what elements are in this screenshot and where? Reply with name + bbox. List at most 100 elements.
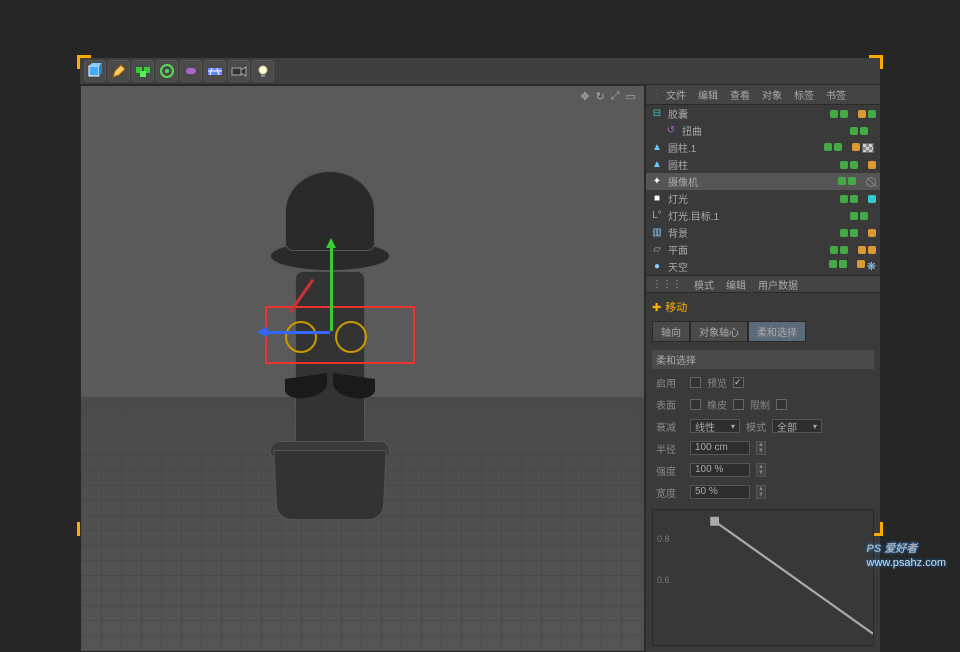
attr-sub-tabs: 轴向 对象轴心 柔和选择 [652,321,874,342]
spinner-radius[interactable]: ▲▼ [756,441,766,455]
right-panel: ⋮⋮⋮ 文件 编辑 查看 对象 标签 书签 ⊟ 胶囊 ↺ 扭曲▲圆柱.1 ▲ 圆柱 ✦ 摄像机… [645,85,880,652]
menu-file[interactable]: 文件 [660,87,692,102]
checkbox-preview[interactable] [733,377,744,388]
object-row[interactable]: ↺ 扭曲 [646,122,880,139]
selection-highlight [265,306,415,364]
object-name: 圆柱.1 [668,140,824,155]
object-row[interactable]: ▲圆柱.1 [646,139,880,156]
object-row[interactable]: ▲ 圆柱 [646,156,880,173]
curve-tick: 0.8 [657,534,670,544]
input-radius[interactable]: 100 cm [690,441,750,455]
label-preview: 预览 [707,375,727,390]
zoom-icon[interactable]: ⤢ [611,90,620,103]
axis-y[interactable] [330,241,333,331]
menu-edit2[interactable]: 编辑 [720,277,752,292]
menu-edit[interactable]: 编辑 [692,87,724,102]
label-strength: 强度 [656,463,684,478]
deformer-icon[interactable] [156,60,178,82]
input-width[interactable]: 50 % [690,485,750,499]
attributes-body: 移动 轴向 对象轴心 柔和选择 柔和选择 启用 预览 表面 橡皮 [646,293,880,652]
pen-icon[interactable] [108,60,130,82]
menu-mode[interactable]: 模式 [688,277,720,292]
object-row[interactable]: ▥背景 [646,224,880,241]
camera-icon[interactable] [228,60,250,82]
tab-axis[interactable]: 轴向 [652,321,690,342]
object-row[interactable]: ● 天空❋ [646,258,880,275]
object-row[interactable]: L°灯光.目标.1 [646,207,880,224]
checkbox-enable[interactable] [690,377,701,388]
object-name: 胶囊 [668,106,830,121]
object-row[interactable]: ▱平面 [646,241,880,258]
object-row[interactable]: ✦ 摄像机 [646,173,880,190]
label-mode: 模式 [746,419,766,434]
menu-tags[interactable]: 标签 [788,87,820,102]
label-limit: 限制 [750,397,770,412]
light-icon[interactable] [252,60,274,82]
objects-menubar: ⋮⋮⋮ 文件 编辑 查看 对象 标签 书签 [646,85,880,105]
menu-bookmarks[interactable]: 书签 [820,87,852,102]
label-falloff: 衰减 [656,419,684,434]
viewport-controls[interactable]: ✥ ↻ ⤢ ▭ [580,90,636,103]
frame-icon[interactable]: ▭ [626,90,636,103]
top-toolbar [80,58,880,85]
object-type-icon: ▲ [650,158,664,172]
object-name: 摄像机 [668,174,838,189]
menu-objects[interactable]: 对象 [756,87,788,102]
pan-icon[interactable]: ✥ [580,90,589,103]
object-type-icon: ⊟ [650,107,664,121]
menu-view[interactable]: 查看 [724,87,756,102]
object-name: 天空 [668,259,829,274]
object-type-icon: ✦ [650,175,664,189]
floor-icon[interactable] [204,60,226,82]
viewport[interactable]: ✥ ↻ ⤢ ▭ [80,85,645,652]
object-tags[interactable] [830,110,880,118]
object-name: 扭曲 [682,123,850,138]
spinner-strength[interactable]: ▲▼ [756,463,766,477]
label-radius: 半径 [656,441,684,456]
object-tags[interactable] [830,246,880,254]
object-tags[interactable] [838,177,880,187]
object-name: 圆柱 [668,157,840,172]
array-icon[interactable] [132,60,154,82]
spinner-width[interactable]: ▲▼ [756,485,766,499]
checkbox-rubber[interactable] [733,399,744,410]
capsule-icon[interactable] [180,60,202,82]
select-mode[interactable]: 全部 [772,419,822,433]
tab-object-axis[interactable]: 对象轴心 [690,321,748,342]
watermark: PS 爱好者 www.psahz.com [867,536,946,569]
section-soft-select: 柔和选择 [652,350,874,369]
menu-userdata[interactable]: 用户数据 [752,277,804,292]
grip-icon[interactable]: ⋮⋮⋮ [646,279,688,290]
checkbox-limit[interactable] [776,399,787,410]
falloff-curve[interactable]: 0.8 0.6 [652,509,874,646]
object-type-icon: ↺ [664,124,678,138]
object-tags[interactable]: ❋ [829,260,880,273]
object-tags[interactable] [850,212,880,220]
attributes-menubar: ⋮⋮⋮ 模式 编辑 用户数据 [646,275,880,293]
object-tags[interactable] [840,229,880,237]
character-model[interactable] [250,171,410,521]
label-surface: 表面 [656,397,684,412]
object-row[interactable]: ⊟ 胶囊 [646,105,880,122]
object-type-icon: ▱ [650,243,664,257]
object-tags[interactable] [840,161,880,169]
object-tags[interactable] [840,195,880,203]
tab-soft-select[interactable]: 柔和选择 [748,321,806,342]
orbit-icon[interactable]: ↻ [596,90,605,103]
object-name: 灯光 [668,191,840,206]
app-window: ✥ ↻ ⤢ ▭ [80,58,880,533]
axis-x[interactable] [260,331,330,334]
object-row[interactable]: ■灯光 [646,190,880,207]
input-strength[interactable]: 100 % [690,463,750,477]
select-falloff[interactable]: 线性 [690,419,740,433]
object-name: 灯光.目标.1 [668,208,850,223]
object-tags[interactable] [824,143,880,153]
object-type-icon: ● [650,260,664,274]
object-type-icon: ▥ [650,226,664,240]
object-tags[interactable] [850,127,880,135]
grip-icon[interactable]: ⋮⋮⋮ [646,89,660,100]
label-width: 宽度 [656,485,684,500]
curve-tick: 0.6 [657,575,670,585]
object-tree[interactable]: ⊟ 胶囊 ↺ 扭曲▲圆柱.1 ▲ 圆柱 ✦ 摄像机■灯光L°灯光.目标.1▥背景▱平面 ● 天空❋ [646,105,880,275]
checkbox-surface[interactable] [690,399,701,410]
